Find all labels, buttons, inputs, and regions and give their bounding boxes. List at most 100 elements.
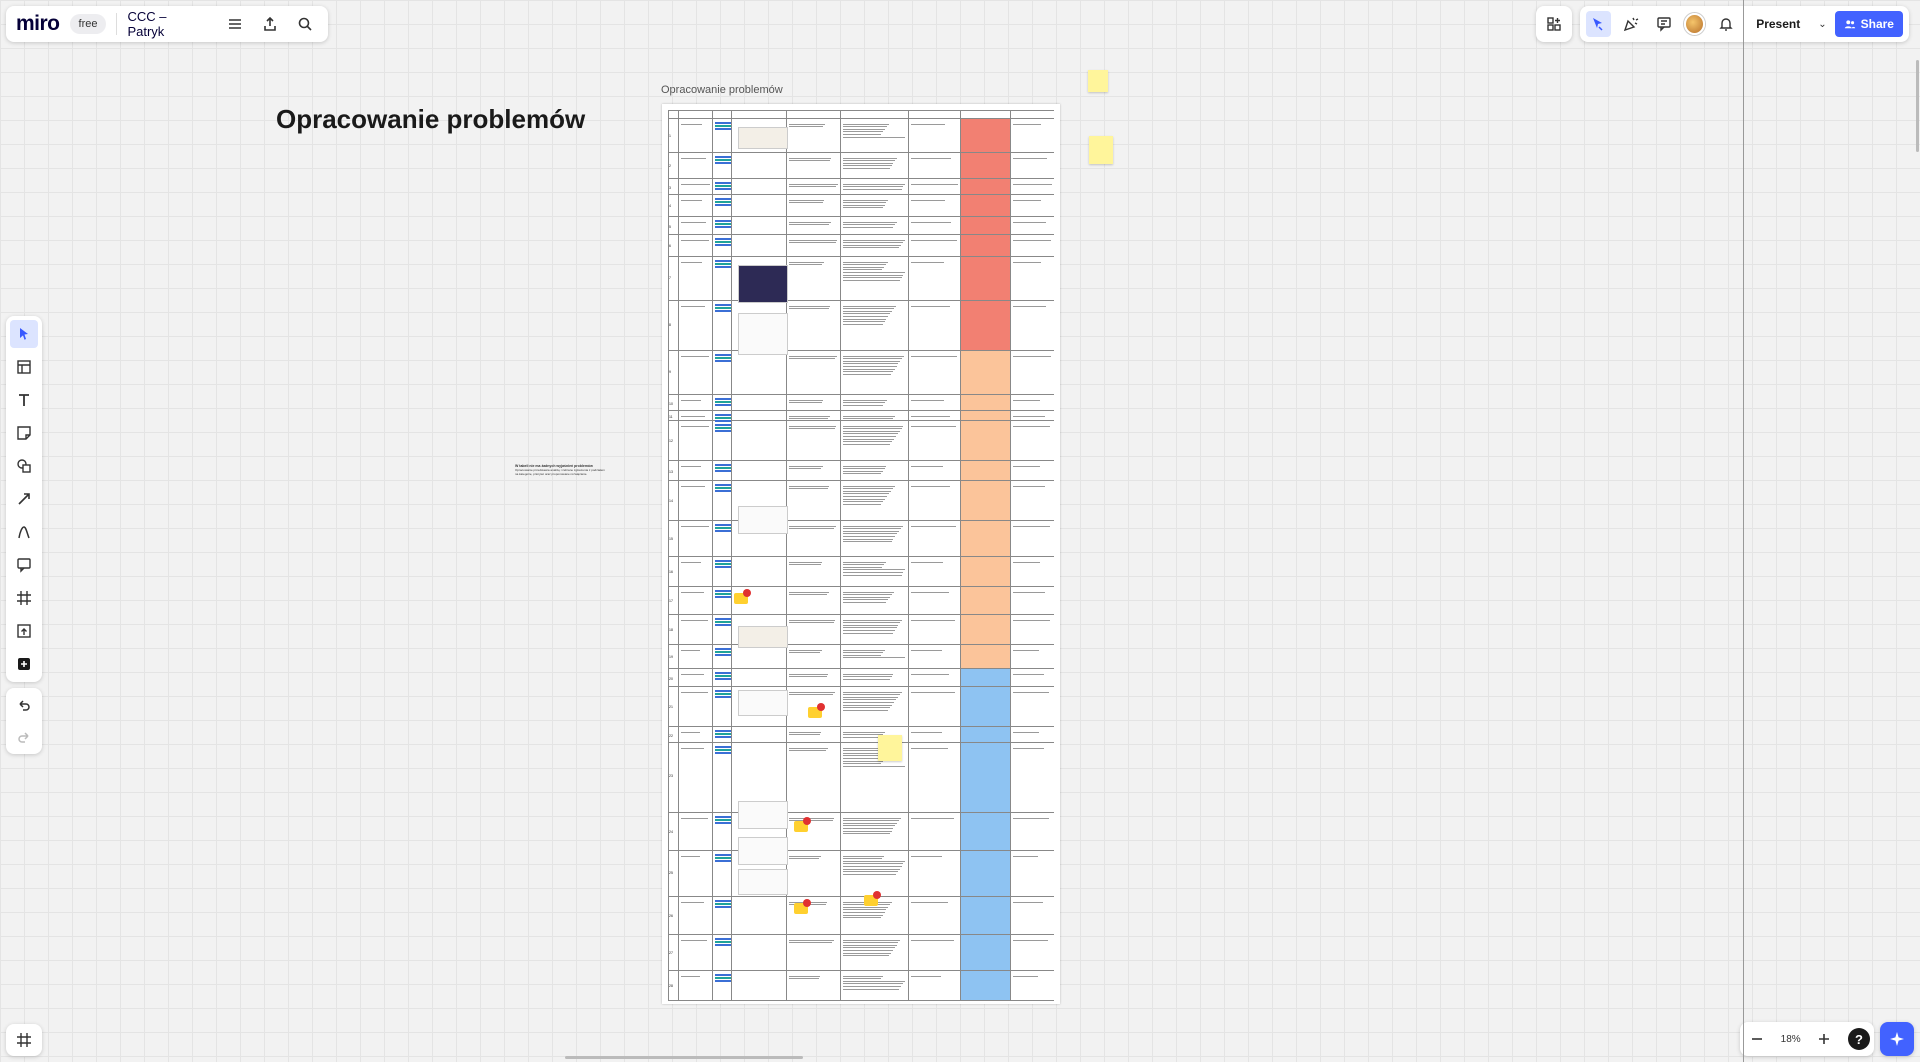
screenshot-thumbnail[interactable]	[738, 869, 788, 895]
vertical-scrollbar[interactable]	[1916, 60, 1919, 152]
sticky-note-icon[interactable]	[10, 419, 38, 447]
comments-icon[interactable]	[1652, 11, 1677, 37]
miro-logo[interactable]: miro	[16, 12, 60, 36]
comment-marker[interactable]	[808, 703, 825, 718]
table-cell	[731, 897, 786, 934]
sticky-note[interactable]	[1088, 70, 1108, 92]
cell-text-lines	[843, 414, 906, 421]
table-cell	[1010, 971, 1054, 1000]
avatar[interactable]	[1684, 13, 1706, 35]
ai-assistant-button[interactable]	[1880, 1022, 1914, 1056]
table-cell	[840, 687, 908, 726]
table-cell	[840, 395, 908, 410]
cell-text-lines	[911, 900, 958, 904]
table-row: 16	[668, 557, 1054, 587]
shapes-icon[interactable]	[10, 452, 38, 480]
tag-badges	[715, 182, 731, 191]
cell-text-lines	[1013, 484, 1052, 488]
frame-icon[interactable]	[10, 584, 38, 612]
table-cell	[840, 217, 908, 234]
comment-marker[interactable]	[864, 891, 881, 906]
notifications-icon[interactable]	[1713, 11, 1738, 37]
cell-text-lines	[911, 672, 958, 676]
menu-icon[interactable]	[222, 11, 247, 37]
board-heading[interactable]: Opracowanie problemów	[276, 104, 585, 135]
cursor-icon[interactable]	[1586, 11, 1611, 37]
priority-cell	[960, 687, 1010, 726]
priority-cell	[960, 119, 1010, 152]
table-cell	[840, 481, 908, 520]
screenshot-thumbnail[interactable]	[738, 265, 788, 303]
upload-icon[interactable]	[10, 617, 38, 645]
screenshot-thumbnail[interactable]	[738, 313, 788, 355]
row-number: 23	[669, 774, 673, 779]
comment-marker[interactable]	[794, 899, 811, 914]
cell-text-lines	[911, 484, 958, 488]
horizontal-scrollbar[interactable]	[565, 1056, 803, 1059]
cell-text-lines	[681, 122, 710, 126]
cell-text-lines	[843, 816, 906, 836]
select-icon[interactable]	[10, 320, 38, 348]
present-button[interactable]: Present	[1746, 11, 1810, 37]
screenshot-thumbnail[interactable]	[738, 837, 788, 865]
row-number: 22	[669, 733, 673, 738]
tag-badges	[715, 484, 731, 493]
row-number: 12	[669, 438, 673, 443]
table-cell	[840, 935, 908, 970]
priority-cell	[960, 813, 1010, 850]
priority-cell	[960, 935, 1010, 970]
problems-frame[interactable]: 1 2 3 4 5 6 7 8 9 10 11 12 13 14 15 16 17 18 19 20 21 22 23 24 2…	[662, 104, 1060, 1004]
apps-icon[interactable]	[1541, 11, 1567, 37]
comment-icon[interactable]	[10, 551, 38, 579]
help-button[interactable]: ?	[1847, 1028, 1870, 1050]
cell-text-lines	[789, 746, 838, 753]
cell-text-lines	[789, 260, 838, 267]
zoom-out-icon[interactable]	[1744, 1026, 1770, 1052]
cell-text-lines	[681, 260, 710, 264]
undo-icon[interactable]	[11, 692, 37, 718]
table-cell	[731, 195, 786, 216]
board-title[interactable]: CCC – Patryk	[127, 9, 212, 39]
cell-text-lines	[681, 746, 710, 750]
sticky-note[interactable]	[878, 735, 902, 761]
cell-text-lines	[843, 974, 906, 991]
frame-label[interactable]: Opracowanie problemów	[661, 84, 783, 96]
templates-icon[interactable]	[10, 353, 38, 381]
screenshot-thumbnail[interactable]	[738, 127, 788, 149]
row-number: 21	[669, 704, 673, 709]
text-icon[interactable]	[10, 386, 38, 414]
redo-icon[interactable]	[11, 724, 37, 750]
sticky-note[interactable]	[1089, 136, 1113, 164]
comment-marker[interactable]	[734, 589, 751, 604]
tag-badges	[715, 424, 731, 433]
comment-marker[interactable]	[794, 817, 811, 832]
cell-text-lines	[911, 424, 958, 428]
screenshot-thumbnail[interactable]	[738, 690, 788, 716]
zoom-in-icon[interactable]	[1811, 1026, 1837, 1052]
reactions-icon[interactable]	[1619, 11, 1644, 37]
side-note[interactable]: W tabeli nie ma żadnych wyjaśnień proble…	[515, 464, 605, 476]
plan-badge[interactable]: free	[69, 14, 107, 34]
table-cell	[731, 235, 786, 256]
pen-icon[interactable]	[10, 518, 38, 546]
zoom-level[interactable]: 18%	[1781, 1034, 1801, 1045]
screenshot-thumbnail[interactable]	[738, 801, 788, 829]
table-row: 15	[668, 521, 1054, 557]
cell-text-lines	[681, 590, 710, 594]
add-icon[interactable]	[10, 650, 38, 678]
table-cell	[678, 179, 712, 194]
screenshot-thumbnail[interactable]	[738, 506, 788, 534]
chevron-down-icon[interactable]: ⌄	[1818, 19, 1826, 30]
cell-text-lines	[911, 590, 958, 594]
cell-text-lines	[789, 198, 838, 205]
table-row: 8	[668, 301, 1054, 351]
search-icon[interactable]	[293, 11, 318, 37]
frames-list-icon[interactable]	[11, 1027, 37, 1053]
cell-text-lines	[911, 974, 958, 978]
cell-text-lines	[681, 398, 710, 402]
connector-icon[interactable]	[10, 485, 38, 513]
screenshot-thumbnail[interactable]	[738, 626, 788, 648]
export-icon[interactable]	[258, 11, 283, 37]
table-row: 22	[668, 727, 1054, 743]
share-button[interactable]: Share	[1834, 11, 1903, 37]
